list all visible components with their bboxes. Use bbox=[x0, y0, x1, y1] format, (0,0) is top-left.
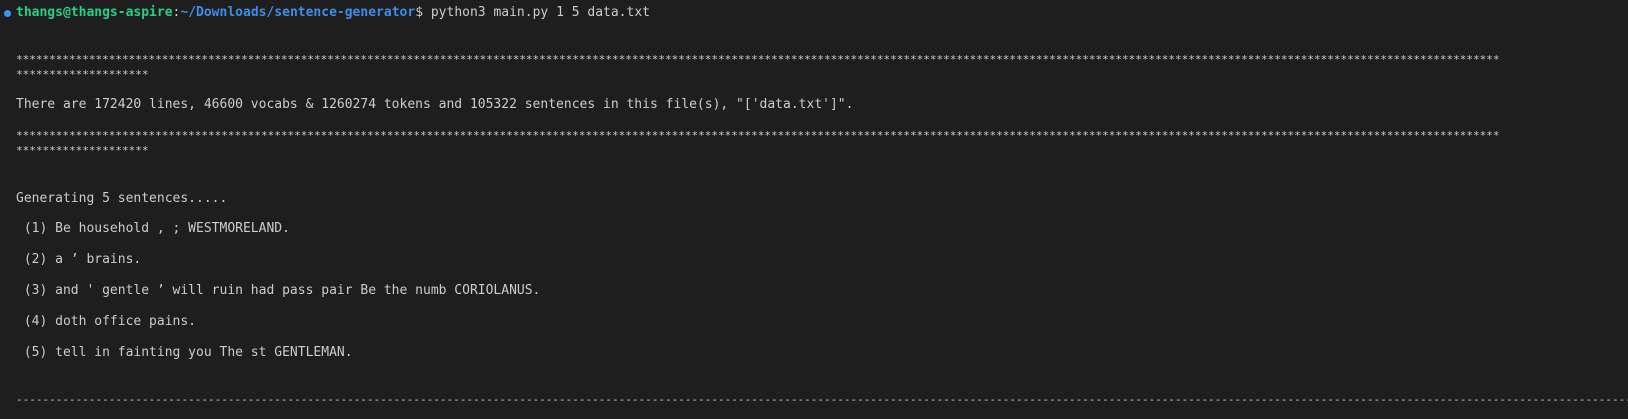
stars-divider-bottom-2: ******************** bbox=[16, 144, 149, 157]
prompt-user-host: thangs@thangs-aspire bbox=[16, 5, 173, 20]
sentence-line: (2) a ’ brains. bbox=[16, 252, 142, 267]
sentence-line: (1) Be household , ; WESTMORELAND. bbox=[16, 221, 290, 236]
prompt-line: thangs@thangs-aspire:~/Downloads/sentenc… bbox=[16, 5, 650, 21]
command-status-dot-icon[interactable] bbox=[4, 10, 11, 17]
dash-divider: ----------------------------------------… bbox=[16, 393, 1628, 406]
stars-divider-top-1: ****************************************… bbox=[16, 53, 1500, 66]
prompt-symbol: $ bbox=[415, 5, 431, 20]
prompt-command: python3 main.py 1 5 data.txt bbox=[430, 5, 650, 20]
sentence-line: (3) and ' gentle ’ will ruin had pass pa… bbox=[16, 283, 541, 298]
sentence-line: (4) doth office pains. bbox=[16, 314, 197, 329]
stars-divider-top-2: ******************** bbox=[16, 68, 149, 81]
prompt-path: ~/Downloads/sentence-generator bbox=[180, 5, 416, 20]
sentence-line: (5) tell in fainting you The st GENTLEMA… bbox=[16, 345, 353, 360]
stars-divider-bottom-1: ****************************************… bbox=[16, 129, 1500, 142]
generating-line: Generating 5 sentences..... bbox=[16, 191, 228, 206]
stats-line: There are 172420 lines, 46600 vocabs & 1… bbox=[16, 97, 854, 112]
terminal-window[interactable]: thangs@thangs-aspire:~/Downloads/sentenc… bbox=[0, 0, 1628, 419]
